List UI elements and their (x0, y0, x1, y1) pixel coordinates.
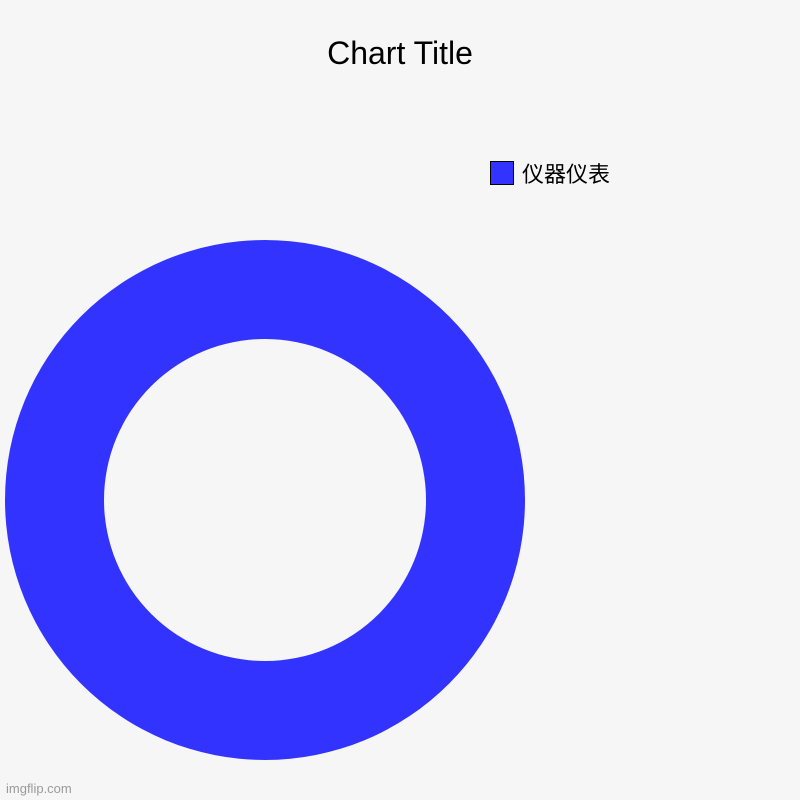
chart-title: Chart Title (327, 35, 473, 72)
legend-swatch (490, 161, 514, 185)
donut-hole (104, 339, 426, 661)
watermark: imgflip.com (6, 781, 72, 796)
donut-chart (5, 240, 525, 760)
legend: 仪器仪表 (490, 157, 610, 189)
legend-label: 仪器仪表 (522, 157, 610, 189)
chart-container: Chart Title 仪器仪表 imgflip.com (0, 0, 800, 800)
donut-ring (5, 240, 525, 760)
